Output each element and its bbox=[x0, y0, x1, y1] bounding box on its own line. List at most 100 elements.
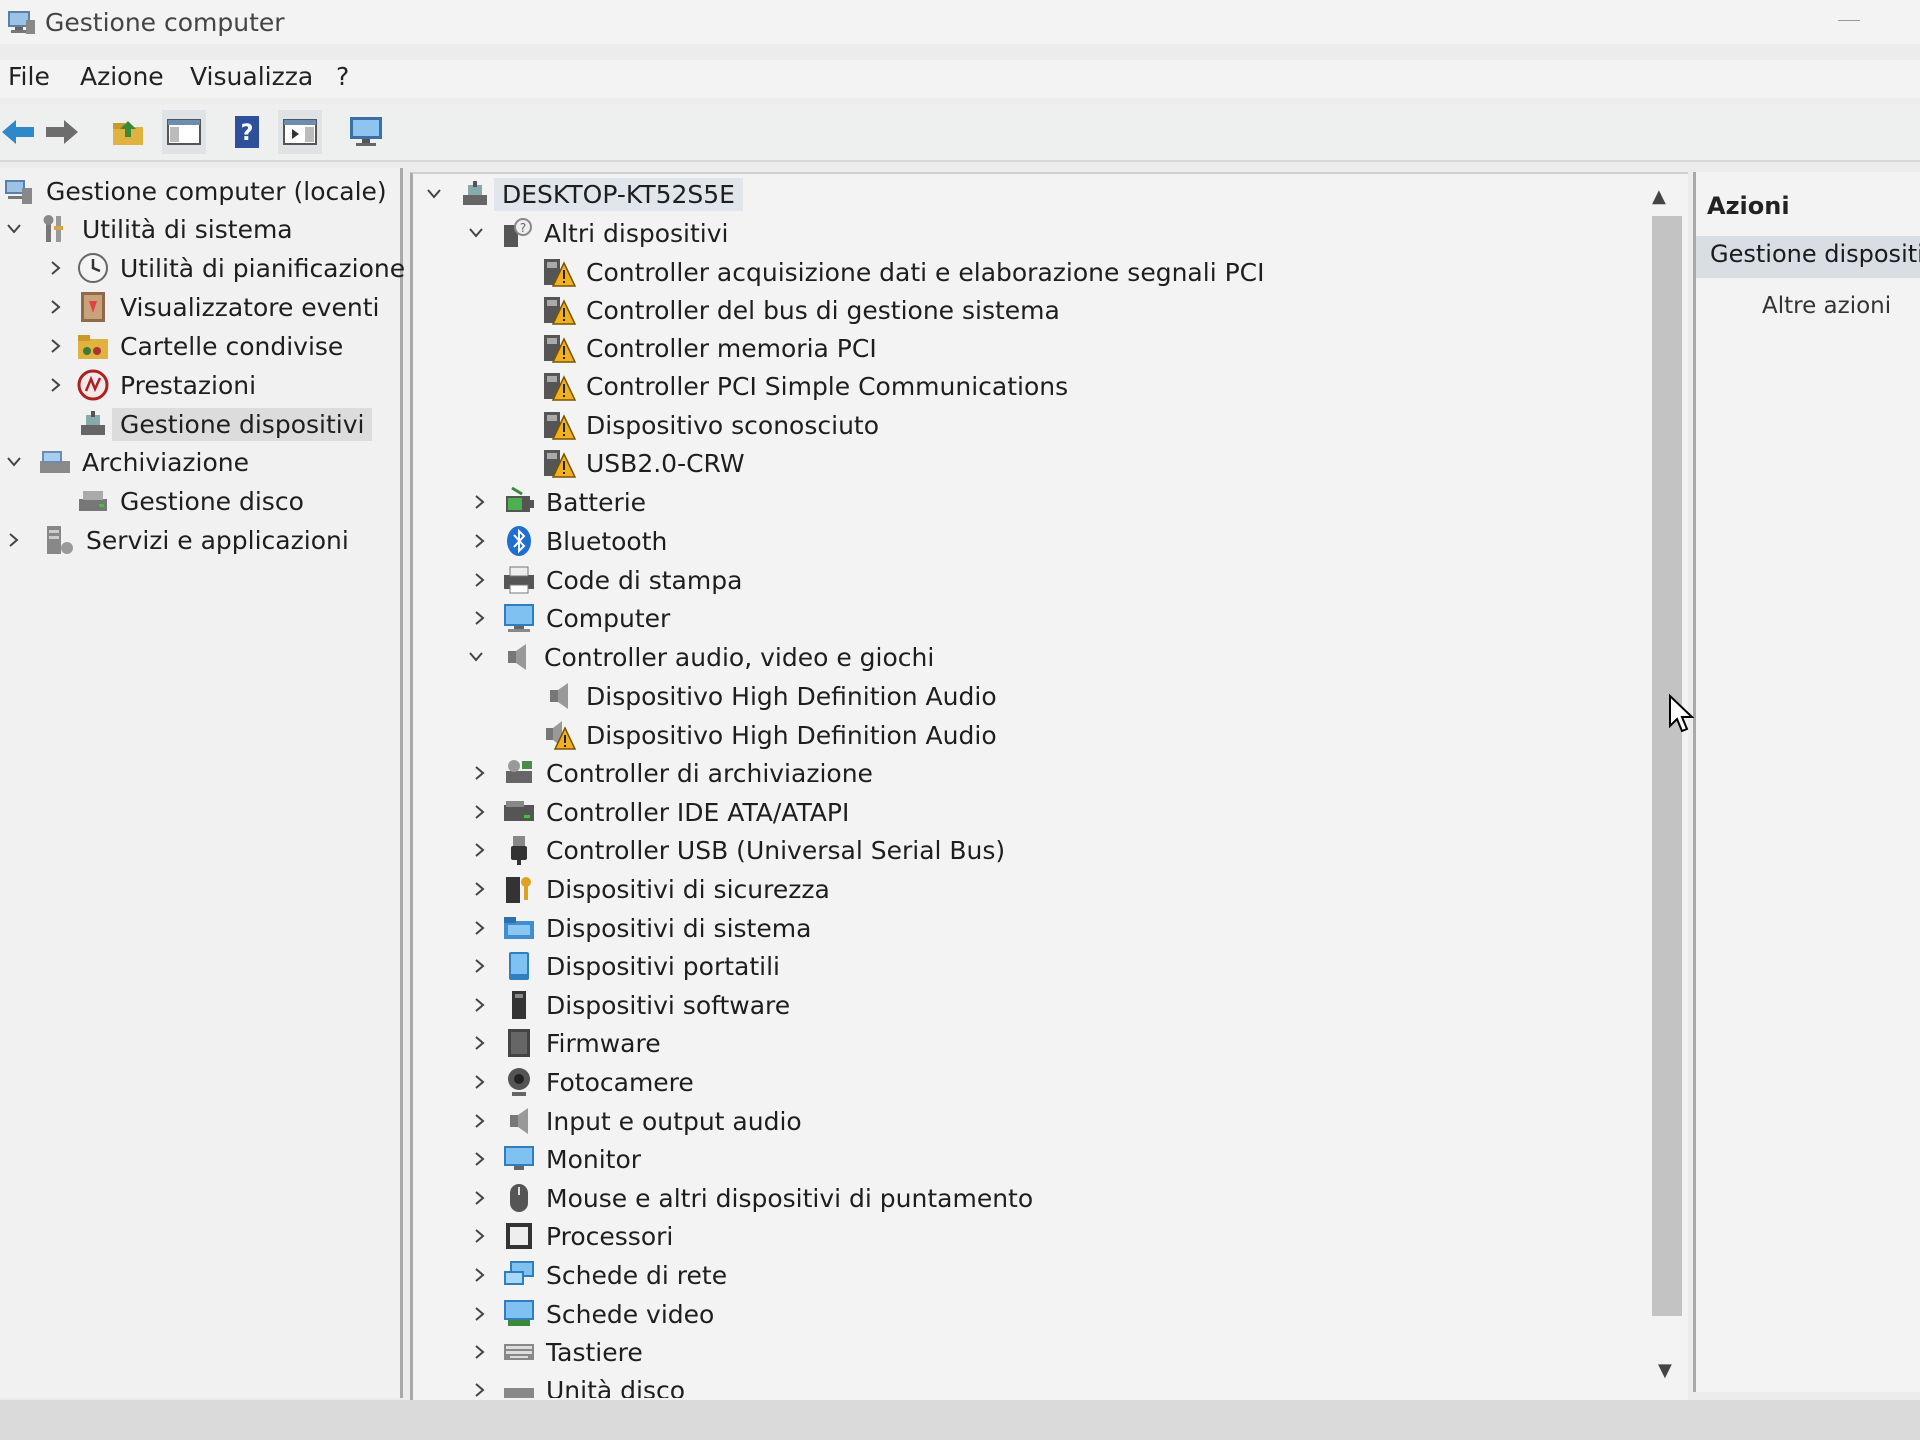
device-tree-root[interactable]: DESKTOP-KT52S5E bbox=[424, 175, 743, 213]
tree-item-services-apps[interactable]: Servizi e applicazioni bbox=[4, 521, 349, 559]
show-hide-action-pane-icon[interactable] bbox=[278, 110, 322, 154]
chevron-right-icon[interactable] bbox=[470, 1188, 490, 1208]
chevron-right-icon[interactable] bbox=[470, 840, 490, 860]
chevron-down-icon[interactable] bbox=[4, 219, 24, 239]
chevron-right-icon[interactable] bbox=[46, 375, 66, 395]
chevron-right-icon[interactable] bbox=[470, 995, 490, 1015]
more-actions-link[interactable]: Altre azioni bbox=[1762, 293, 1891, 319]
device-item[interactable]: Controller acquisizione dati e elaborazi… bbox=[542, 253, 1265, 291]
tree-item-system-tools[interactable]: Utilità di sistema bbox=[4, 210, 293, 248]
device-category-system-devices[interactable]: Dispositivi di sistema bbox=[470, 909, 811, 947]
device-category-audio-io[interactable]: Input e output audio bbox=[470, 1102, 802, 1140]
device-category-processors[interactable]: Processori bbox=[470, 1217, 673, 1255]
chevron-down-icon[interactable] bbox=[466, 647, 486, 667]
chevron-right-icon[interactable] bbox=[46, 336, 66, 356]
device-category-portable-devices[interactable]: Dispositivi portatili bbox=[470, 947, 780, 985]
unknown-device-icon: ? bbox=[500, 216, 534, 250]
tree-item-device-manager[interactable]: Gestione dispositivi bbox=[76, 405, 373, 443]
device-item[interactable]: Dispositivo High Definition Audio bbox=[542, 716, 997, 754]
chevron-right-icon[interactable] bbox=[470, 763, 490, 783]
tree-root-computer-management[interactable]: Gestione computer (locale) bbox=[2, 172, 387, 210]
menu-azione[interactable]: Azione bbox=[80, 62, 164, 91]
security-device-icon bbox=[502, 872, 536, 906]
tree-item-shared-folders[interactable]: Cartelle condivise bbox=[46, 327, 343, 365]
chevron-right-icon[interactable] bbox=[46, 297, 66, 317]
chevron-right-icon[interactable] bbox=[470, 492, 490, 512]
show-hide-console-tree-icon[interactable] bbox=[162, 110, 206, 154]
device-item[interactable]: USB2.0-CRW bbox=[542, 444, 745, 482]
device-item[interactable]: Controller PCI Simple Communications bbox=[542, 367, 1068, 405]
menu-help[interactable]: ? bbox=[336, 62, 349, 91]
chevron-right-icon[interactable] bbox=[470, 1111, 490, 1131]
chevron-right-icon[interactable] bbox=[470, 1304, 490, 1324]
menu-visualizza[interactable]: Visualizza bbox=[190, 62, 313, 91]
chevron-right-icon[interactable] bbox=[470, 879, 490, 899]
device-item[interactable]: Dispositivo sconosciuto bbox=[542, 406, 879, 444]
device-category-audio-controllers[interactable]: Controller audio, video e giochi bbox=[466, 638, 934, 676]
tree-label: Firmware bbox=[546, 1028, 661, 1058]
device-category-security-devices[interactable]: Dispositivi di sicurezza bbox=[470, 870, 830, 908]
device-category-firmware[interactable]: Firmware bbox=[470, 1024, 661, 1062]
help-icon[interactable]: ? bbox=[225, 110, 269, 154]
device-category-mice[interactable]: Mouse e altri dispositivi di puntamento bbox=[470, 1179, 1033, 1217]
actions-selected-item[interactable]: Gestione dispositivi bbox=[1696, 236, 1920, 278]
forward-icon[interactable] bbox=[40, 110, 84, 154]
chevron-right-icon[interactable] bbox=[470, 918, 490, 938]
menu-file[interactable]: File bbox=[8, 62, 50, 91]
tree-item-event-viewer[interactable]: Visualizzatore eventi bbox=[46, 288, 379, 326]
tree-label: Servizi e applicazioni bbox=[86, 525, 349, 555]
device-category-print-queues[interactable]: Code di stampa bbox=[470, 561, 742, 599]
computer-monitor-icon[interactable] bbox=[344, 110, 388, 154]
device-category-ide-controllers[interactable]: Controller IDE ATA/ATAPI bbox=[470, 793, 849, 831]
scroll-down-icon[interactable]: ▼ bbox=[1658, 1360, 1672, 1381]
device-category-cameras[interactable]: Fotocamere bbox=[470, 1063, 694, 1101]
chevron-down-icon[interactable] bbox=[466, 223, 486, 243]
tree-item-storage[interactable]: Archiviazione bbox=[4, 443, 249, 481]
chevron-right-icon[interactable] bbox=[46, 258, 66, 278]
scrollbar-thumb[interactable] bbox=[1652, 216, 1682, 1316]
chevron-right-icon[interactable] bbox=[470, 1226, 490, 1246]
device-category-network-adapters[interactable]: Schede di rete bbox=[470, 1256, 727, 1294]
chevron-down-icon[interactable] bbox=[424, 184, 444, 204]
minimize-button[interactable] bbox=[1838, 20, 1860, 21]
scroll-up-icon[interactable]: ▲ bbox=[1652, 186, 1666, 207]
chevron-right-icon[interactable] bbox=[470, 1149, 490, 1169]
device-item[interactable]: Dispositivo High Definition Audio bbox=[542, 677, 997, 715]
device-item[interactable]: Controller del bus di gestione sistema bbox=[542, 291, 1060, 329]
chevron-down-icon[interactable] bbox=[4, 452, 24, 472]
device-category-software-devices[interactable]: Dispositivi software bbox=[470, 986, 790, 1024]
chevron-right-icon[interactable] bbox=[470, 1265, 490, 1285]
tree-label: Dispositivi software bbox=[546, 990, 791, 1020]
tree-item-performance[interactable]: Prestazioni bbox=[46, 366, 256, 404]
device-category-storage-controllers[interactable]: Controller di archiviazione bbox=[470, 754, 873, 792]
chevron-right-icon[interactable] bbox=[470, 531, 490, 551]
storage-icon bbox=[38, 445, 72, 479]
tree-item-task-scheduler[interactable]: Utilità di pianificazione bbox=[46, 249, 405, 287]
chevron-right-icon[interactable] bbox=[470, 1342, 490, 1362]
chevron-right-icon[interactable] bbox=[470, 608, 490, 628]
tree-item-disk-management[interactable]: Gestione disco bbox=[76, 482, 304, 520]
device-category-display-adapters[interactable]: Schede video bbox=[470, 1295, 714, 1333]
chevron-right-icon[interactable] bbox=[470, 956, 490, 976]
device-category-usb-controllers[interactable]: Controller USB (Universal Serial Bus) bbox=[470, 831, 1005, 869]
tools-icon bbox=[38, 212, 72, 246]
chevron-right-icon[interactable] bbox=[4, 530, 24, 550]
device-item[interactable]: Controller memoria PCI bbox=[542, 329, 877, 367]
device-category-disk-drives[interactable]: Unità disco bbox=[470, 1372, 685, 1398]
device-category-keyboards[interactable]: Tastiere bbox=[470, 1333, 643, 1371]
device-category-monitors[interactable]: Monitor bbox=[470, 1140, 641, 1178]
chevron-right-icon[interactable] bbox=[470, 570, 490, 590]
device-category-computer[interactable]: Computer bbox=[470, 599, 670, 637]
back-icon[interactable] bbox=[0, 110, 40, 154]
tree-label: Controller del bus di gestione sistema bbox=[586, 295, 1060, 325]
device-category-batteries[interactable]: Batterie bbox=[470, 483, 646, 521]
up-folder-icon[interactable] bbox=[106, 110, 150, 154]
chevron-right-icon[interactable] bbox=[470, 1033, 490, 1053]
device-category-other[interactable]: ? Altri dispositivi bbox=[466, 214, 729, 252]
tree-label: Gestione computer (locale) bbox=[46, 176, 387, 206]
chevron-right-icon[interactable] bbox=[470, 1380, 490, 1398]
chevron-right-icon[interactable] bbox=[470, 1072, 490, 1092]
firmware-icon bbox=[502, 1026, 536, 1060]
chevron-right-icon[interactable] bbox=[470, 802, 490, 822]
device-category-bluetooth[interactable]: Bluetooth bbox=[470, 522, 667, 560]
